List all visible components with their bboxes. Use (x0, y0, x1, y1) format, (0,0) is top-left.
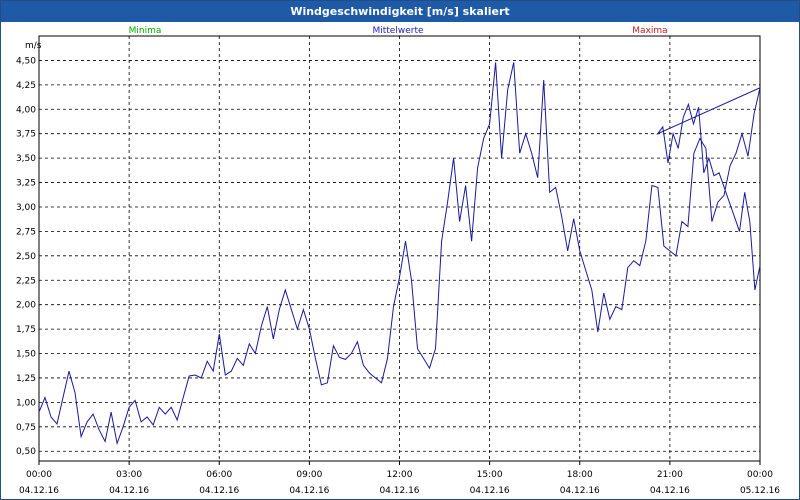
y-tick-label: 2,50 (16, 252, 36, 262)
y-tick-label: 3,25 (16, 179, 36, 189)
x-tick-date: 04.12.16 (289, 486, 329, 496)
y-tick-label: 1,75 (16, 325, 36, 335)
x-tick-time: 00:00 (747, 470, 773, 480)
legend: Minima Mittelwerte Maxima (129, 26, 668, 36)
x-tick-time: 12:00 (387, 470, 413, 480)
x-tick-date: 04.12.16 (379, 486, 419, 496)
y-tick-label: 4,25 (16, 81, 36, 91)
y-tick-label: 4,50 (16, 56, 36, 66)
x-tick-time: 03:00 (116, 470, 142, 480)
x-tick-time: 15:00 (477, 470, 503, 480)
x-tick-time: 21:00 (657, 470, 683, 480)
y-tick-label: 1,25 (16, 374, 36, 384)
y-tick-label: 4,00 (16, 105, 36, 115)
y-tick-label: 3,00 (16, 203, 36, 213)
legend-minima: Minima (129, 26, 162, 36)
x-tick-time: 18:00 (567, 470, 593, 480)
y-tick-label: 1,50 (16, 350, 36, 360)
x-axis-ticks: 00:00 04.12.16 03:00 04.12.16 06:00 04.12.16 0… (19, 461, 780, 496)
x-tick-date: 04.12.16 (199, 486, 239, 496)
y-tick-label: 0,50 (16, 447, 36, 457)
y-tick-label: 1,00 (16, 398, 36, 408)
y-axis-label: m/s (25, 41, 42, 51)
y-tick-label: 2,25 (16, 276, 36, 286)
wind-speed-chart: 0,50 0,75 1,00 1,25 1,50 1,75 2,00 2,25 2,50 2,75… (16, 26, 780, 496)
x-tick-time: 00:00 (26, 470, 52, 480)
x-tick-date: 05.12.16 (740, 486, 780, 496)
x-tick-time: 09:00 (296, 470, 322, 480)
y-tick-label: 2,75 (16, 227, 36, 237)
x-tick-date: 04.12.16 (19, 486, 59, 496)
y-tick-label: 0,75 (16, 423, 36, 433)
y-axis-ticks: 0,50 0,75 1,00 1,25 1,50 1,75 2,00 2,25 2,50 2,75… (16, 56, 36, 457)
x-tick-date: 04.12.16 (560, 486, 600, 496)
y-tick-label: 3,75 (16, 130, 36, 140)
x-tick-date: 04.12.16 (109, 486, 149, 496)
x-tick-date: 04.12.16 (470, 486, 510, 496)
y-tick-label: 3,50 (16, 154, 36, 164)
legend-maxima: Maxima (632, 26, 667, 36)
x-tick-time: 06:00 (206, 470, 232, 480)
x-tick-date: 04.12.16 (650, 486, 690, 496)
legend-mittelwerte: Mittelwerte (372, 26, 423, 36)
y-tick-label: 2,00 (16, 301, 36, 311)
